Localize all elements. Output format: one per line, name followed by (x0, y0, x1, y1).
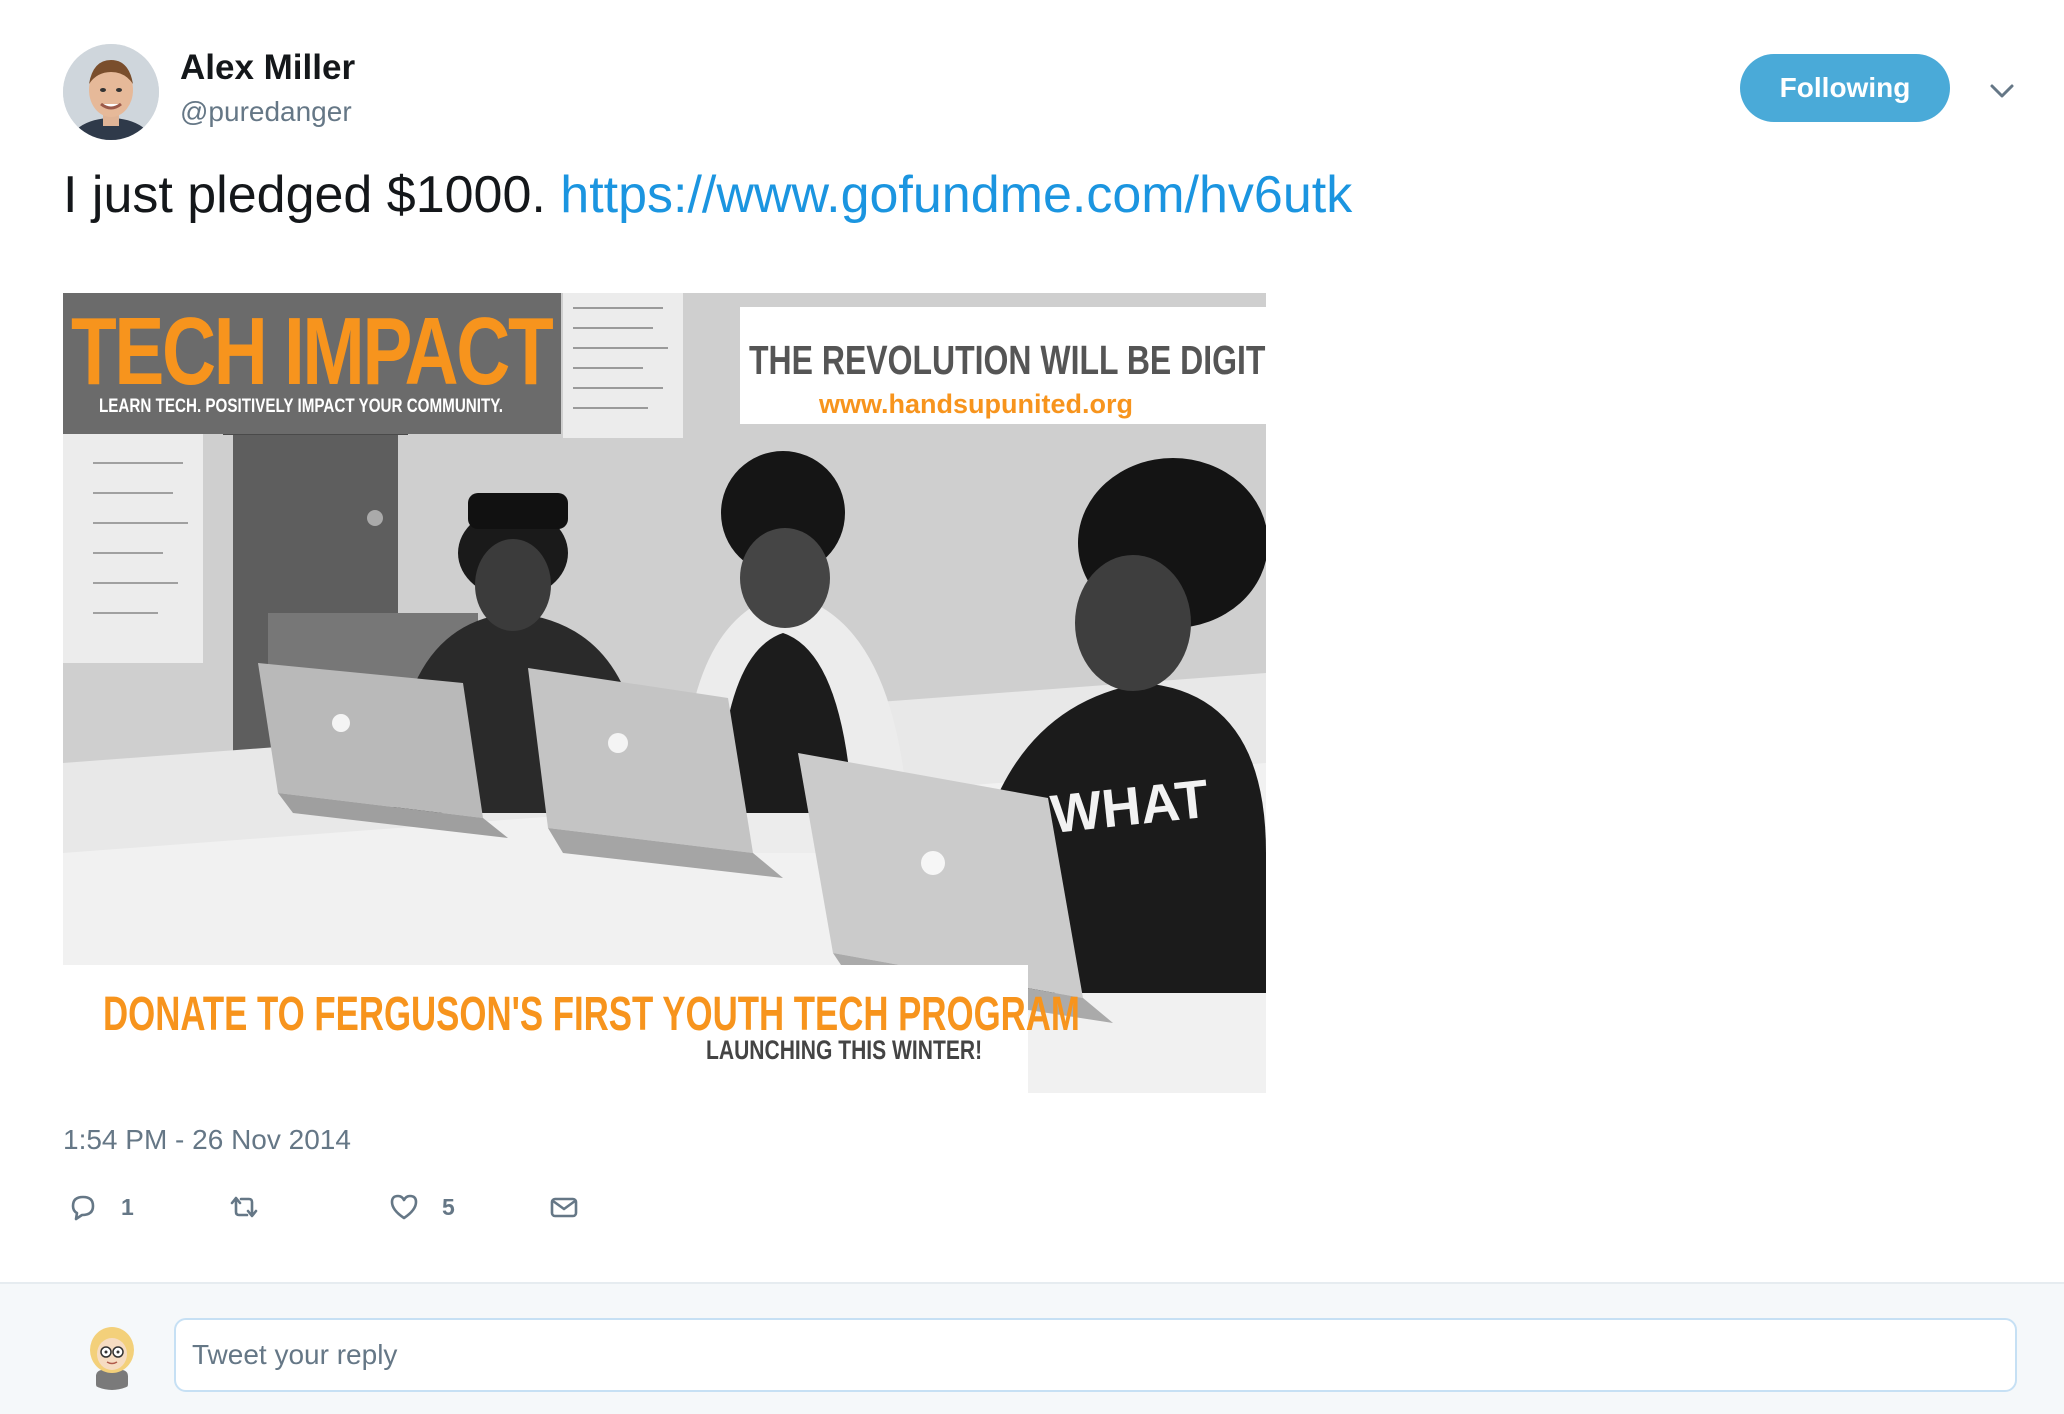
media-headline: TECH IMPACT (71, 298, 554, 405)
tweet-body: I just pledged $1000. (63, 166, 546, 224)
tweet-timestamp[interactable]: 1:54 PM - 26 Nov 2014 (63, 1124, 351, 1156)
media-tagline: LEARN TECH. POSITIVELY IMPACT YOUR COMMU… (99, 396, 503, 417)
chevron-down-icon (1990, 84, 2014, 98)
reply-input[interactable] (174, 1318, 2017, 1392)
reply-bar (0, 1282, 2064, 1414)
reply-icon (71, 1195, 95, 1221)
reply-count: 1 (121, 1193, 134, 1220)
author-avatar[interactable] (63, 44, 159, 140)
tweet-link[interactable]: https://www.gofundme.com/hv6utk (560, 166, 1352, 224)
tweet-media-image[interactable]: WHAT TECH IMPACT LEARN TECH. POSITIVELY … (63, 293, 1266, 1093)
like-count: 5 (442, 1193, 455, 1220)
direct-message-button[interactable] (548, 1187, 580, 1227)
media-url: www.handsupunited.org (819, 389, 1133, 419)
retweet-button[interactable] (228, 1187, 282, 1227)
avatar-photo (63, 44, 159, 140)
retweet-icon (230, 1196, 258, 1218)
cartoon-avatar-icon (76, 1318, 148, 1390)
like-button[interactable]: 5 (388, 1187, 455, 1227)
author-handle[interactable]: @puredanger (180, 96, 352, 128)
envelope-icon (550, 1197, 578, 1218)
tweet-text: I just pledged $1000. https://www.gofund… (63, 165, 1352, 225)
tweet-card: Alex Miller @puredanger Following I just… (0, 0, 2064, 1282)
heart-icon (390, 1194, 418, 1220)
media-launching: LAUNCHING THIS WINTER! (706, 1035, 983, 1065)
author-display-name[interactable]: Alex Miller (180, 48, 355, 88)
media-revolution: THE REVOLUTION WILL BE DIGITIZED (749, 337, 1266, 383)
tweet-options-caret[interactable] (1985, 74, 2019, 108)
following-button[interactable]: Following (1740, 54, 1950, 122)
reply-button[interactable]: 1 (67, 1187, 134, 1227)
following-button-label: Following (1779, 72, 1911, 103)
current-user-avatar[interactable] (76, 1318, 148, 1390)
media-donate: DONATE TO FERGUSON'S FIRST YOUTH TECH PR… (103, 988, 1080, 1041)
